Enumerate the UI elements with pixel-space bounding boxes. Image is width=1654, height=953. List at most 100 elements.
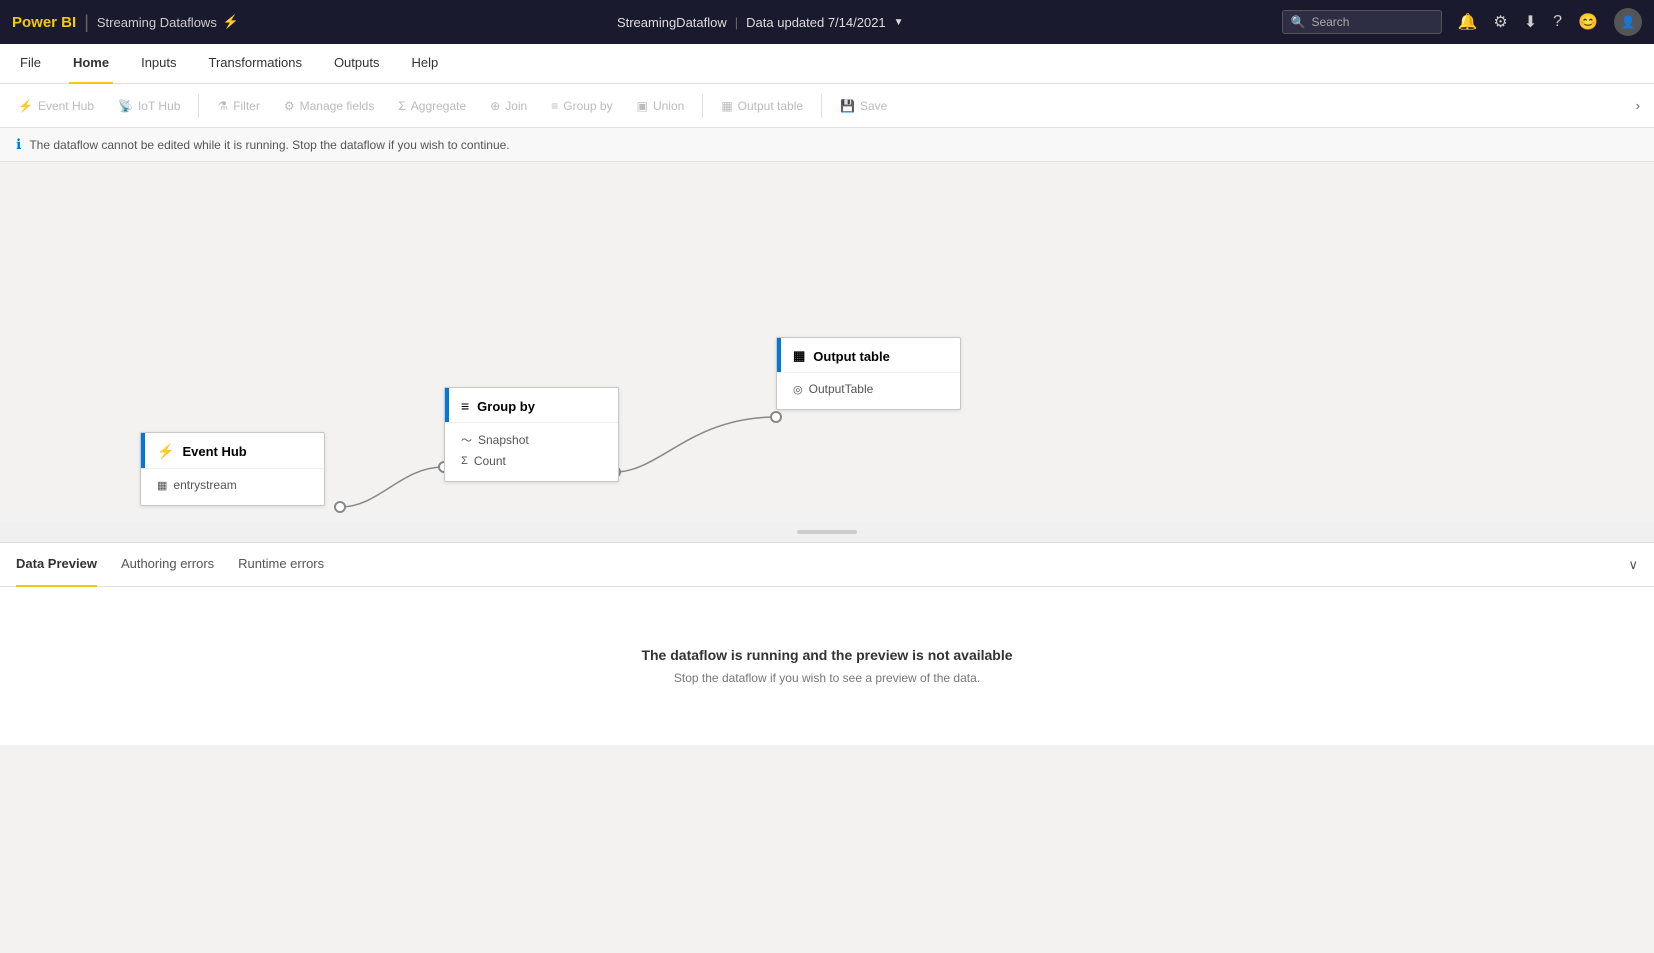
nav-transformations[interactable]: Transformations [205,44,306,84]
nav-inputs[interactable]: Inputs [137,44,180,84]
join-label: Join [505,99,527,113]
output-table-header: ▦ Output table [777,338,960,372]
filter-label: Filter [233,99,260,113]
output-table-icon: ▦ [721,99,732,113]
aggregate-button[interactable]: Σ Aggregate [388,93,476,119]
snapshot-icon: 〜 [461,432,472,448]
output-table-body: ◎ OutputTable [777,372,960,409]
event-hub-node[interactable]: ⚡ Event Hub ▦ entrystream [140,432,325,506]
save-label: Save [860,99,887,113]
union-icon: ▣ [637,99,648,113]
count-label: Count [474,454,506,468]
toolbar-sep-3 [821,94,822,118]
dataflow-name: StreamingDataflow [617,15,727,30]
manage-fields-icon: ⚙ [284,99,295,113]
outputtable-icon: ◎ [793,383,803,396]
event-hub-field-entrystream: ▦ entrystream [157,475,312,495]
manage-fields-button[interactable]: ⚙ Manage fields [274,93,384,119]
union-label: Union [653,99,684,113]
output-table-field: ◎ OutputTable [793,379,948,399]
group-by-field-snapshot: 〜 Snapshot [461,429,606,451]
event-hub-title: Event Hub [182,444,246,459]
join-icon: ⊕ [490,99,500,113]
download-icon[interactable]: ⬇ [1524,12,1537,32]
infobar: ℹ The dataflow cannot be edited while it… [0,128,1654,162]
preview-sub-message: Stop the dataflow if you wish to see a p… [20,671,1634,685]
output-table-title: Output table [813,349,890,364]
groupby-label: Group by [563,99,612,113]
join-button[interactable]: ⊕ Join [480,93,537,119]
bottom-panel: Data Preview Authoring errors Runtime er… [0,543,1654,745]
groupby-button[interactable]: ≡ Group by [541,93,622,119]
notifications-icon[interactable]: 🔔 [1458,12,1478,32]
event-hub-header-icon: ⚡ [157,443,174,460]
output-table-node[interactable]: ▦ Output table ◎ OutputTable [776,337,961,410]
entrystream-label: entrystream [173,478,236,492]
group-by-node[interactable]: ≡ Group by 〜 Snapshot Σ Count [444,387,619,482]
search-label: Search [1311,15,1349,29]
nav-home[interactable]: Home [69,44,113,84]
help-icon[interactable]: ? [1553,13,1562,31]
navbar: File Home Inputs Transformations Outputs… [0,44,1654,84]
bottom-tabs: Data Preview Authoring errors Runtime er… [0,543,1654,587]
search-box[interactable]: 🔍 Search [1282,10,1442,34]
eventhub-button[interactable]: ⚡ Event Hub [8,93,104,119]
toolbar: ⚡ Event Hub 📡 IoT Hub ⚗ Filter ⚙ Manage … [0,84,1654,128]
search-icon: 🔍 [1291,15,1306,29]
nav-outputs[interactable]: Outputs [330,44,384,84]
data-updated: Data updated 7/14/2021 [746,15,886,30]
group-by-title: Group by [477,399,535,414]
event-hub-body: ▦ entrystream [141,468,324,505]
entrystream-icon: ▦ [157,479,167,492]
canvas: ⚡ Event Hub ▦ entrystream ≡ Group by 〜 S… [0,162,1654,522]
nav-file[interactable]: File [16,44,45,84]
groupby-icon: ≡ [551,99,558,113]
powerbi-logo: Power BI [12,14,76,31]
filter-button[interactable]: ⚗ Filter [207,93,269,119]
tab-runtime-errors[interactable]: Runtime errors [238,543,324,587]
info-icon: ℹ [16,136,21,153]
iothub-label: IoT Hub [138,99,180,113]
brand-area: Power BI | Streaming Dataflows ⚡ [12,12,239,33]
avatar[interactable]: 👤 [1614,8,1642,36]
app-name: Streaming Dataflows [97,15,217,30]
settings-icon[interactable]: ⚙ [1493,12,1507,32]
topbar-icons: 🔍 Search 🔔 ⚙ ⬇ ? 😊 👤 [1282,8,1643,36]
resize-bar[interactable] [0,522,1654,543]
aggregate-label: Aggregate [411,99,466,113]
panel-expand-icon[interactable]: ∨ [1628,557,1638,573]
group-by-field-count: Σ Count [461,451,606,471]
count-icon: Σ [461,455,468,467]
chevron-down-icon[interactable]: ▼ [894,17,904,28]
topbar-center: StreamingDataflow | Data updated 7/14/20… [251,15,1269,30]
event-hub-header: ⚡ Event Hub [141,433,324,468]
info-message: The dataflow cannot be edited while it i… [29,138,509,152]
iothub-button[interactable]: 📡 IoT Hub [108,93,190,119]
save-button[interactable]: 💾 Save [830,93,897,119]
tab-data-preview[interactable]: Data Preview [16,543,97,587]
group-by-body: 〜 Snapshot Σ Count [445,422,618,481]
lightning-icon: ⚡ [223,14,239,30]
output-table-header-icon: ▦ [793,348,805,364]
output-table-button[interactable]: ▦ Output table [711,93,813,119]
eventhub-icon: ⚡ [18,99,33,113]
resize-handle[interactable] [797,530,857,534]
snapshot-label: Snapshot [478,433,529,447]
bottom-content: The dataflow is running and the preview … [0,587,1654,745]
app-title: Streaming Dataflows ⚡ [97,14,239,30]
toolbar-sep-2 [702,94,703,118]
tab-authoring-errors[interactable]: Authoring errors [121,543,214,587]
union-button[interactable]: ▣ Union [627,93,695,119]
nav-help[interactable]: Help [407,44,442,84]
group-by-header-icon: ≡ [461,398,469,414]
toolbar-sep-1 [198,94,199,118]
toolbar-more[interactable]: › [1630,92,1646,119]
save-icon: 💾 [840,99,855,113]
topbar-separator: | [735,15,738,30]
manage-fields-label: Manage fields [300,99,375,113]
eventhub-label: Event Hub [38,99,94,113]
user-icon[interactable]: 😊 [1578,12,1598,32]
filter-icon: ⚗ [217,99,228,113]
preview-main-message: The dataflow is running and the preview … [20,647,1634,663]
group-by-header: ≡ Group by [445,388,618,422]
